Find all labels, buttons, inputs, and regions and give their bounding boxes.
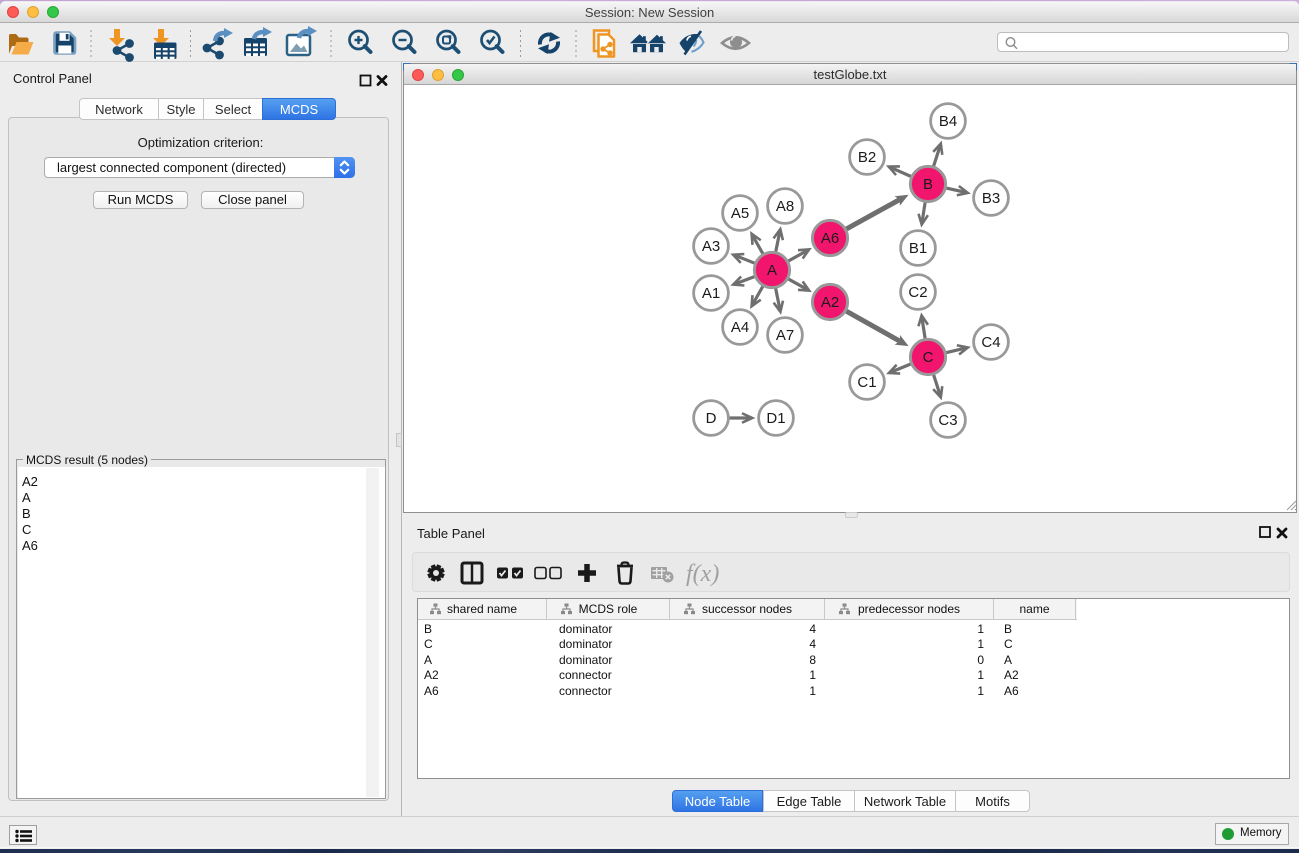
svg-text:B3: B3	[982, 190, 1000, 207]
svg-text:D: D	[706, 410, 717, 427]
svg-text:A5: A5	[731, 205, 749, 222]
svg-text:C4: C4	[981, 334, 1000, 351]
svg-text:f(x): f(x)	[686, 561, 719, 587]
svg-text:B1: B1	[909, 240, 927, 257]
svg-text:B4: B4	[939, 113, 957, 130]
svg-text:A2: A2	[821, 294, 839, 311]
svg-text:A4: A4	[731, 319, 749, 336]
svg-text:A6: A6	[821, 230, 839, 247]
svg-text:C3: C3	[938, 412, 957, 429]
svg-text:A8: A8	[776, 198, 794, 215]
svg-text:C2: C2	[908, 284, 927, 301]
svg-text:D1: D1	[766, 410, 785, 427]
svg-text:A: A	[767, 262, 777, 279]
svg-text:B2: B2	[858, 149, 876, 166]
svg-text:A3: A3	[702, 238, 720, 255]
svg-text:C: C	[923, 349, 934, 366]
svg-text:A7: A7	[776, 327, 794, 344]
svg-text:A1: A1	[702, 285, 720, 302]
svg-text:C1: C1	[857, 374, 876, 391]
svg-text:B: B	[923, 176, 933, 193]
